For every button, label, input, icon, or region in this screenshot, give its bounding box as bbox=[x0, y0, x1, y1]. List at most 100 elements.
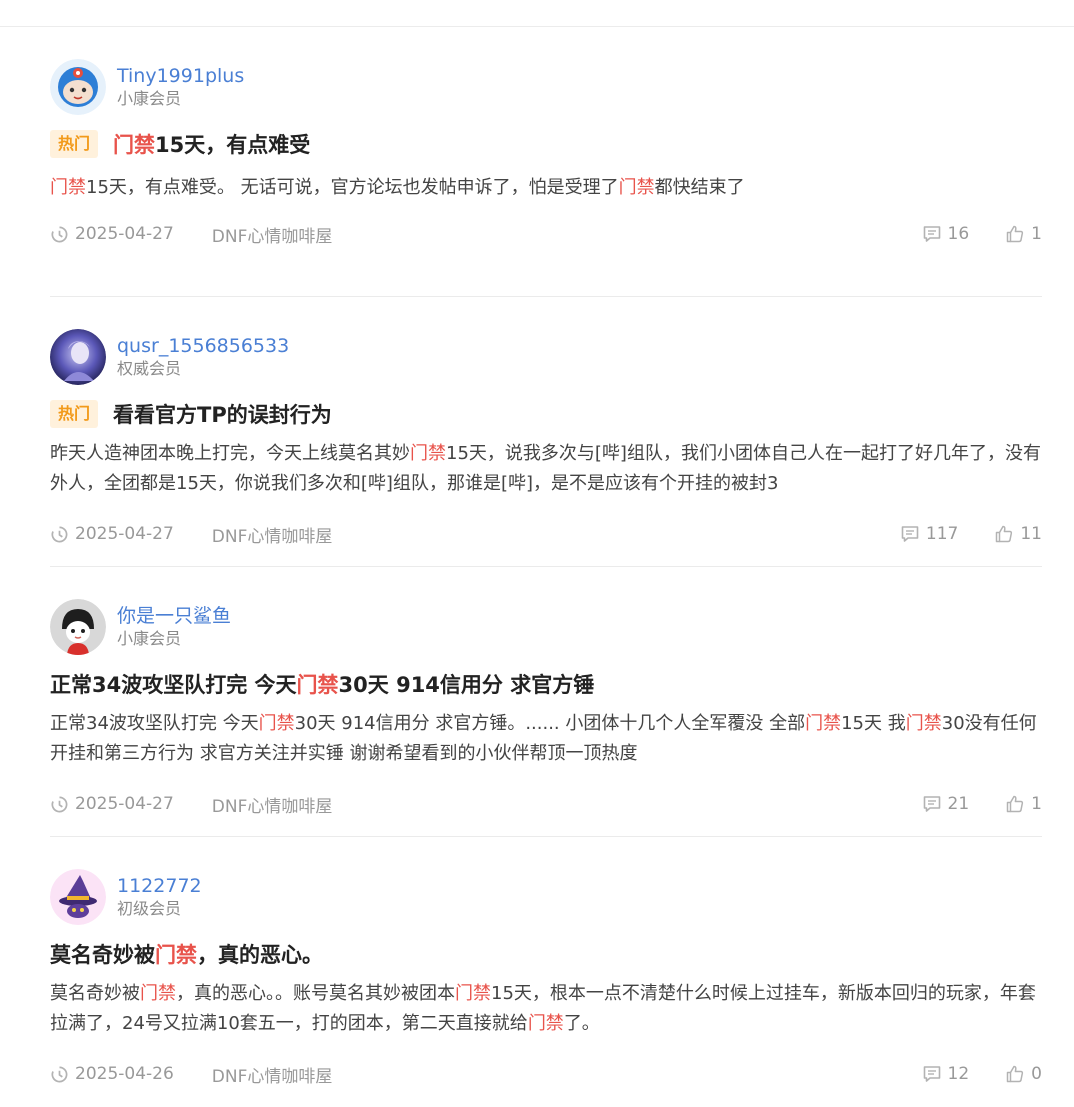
member-level: 初级会员 bbox=[117, 899, 182, 918]
hot-badge: 热门 bbox=[50, 400, 99, 428]
excerpt-highlight: 门禁 bbox=[905, 713, 942, 734]
comment-count[interactable]: 117 bbox=[900, 524, 958, 544]
thumbs-up-icon bbox=[1006, 1065, 1024, 1083]
clock-icon bbox=[51, 1066, 68, 1082]
member-level: 权威会员 bbox=[117, 359, 182, 378]
post-title[interactable]: 看看官方TP的误封行为 bbox=[113, 399, 332, 429]
comment-icon bbox=[923, 796, 940, 812]
like-count-text: 11 bbox=[1020, 524, 1042, 544]
title-text: 看看官方TP的误封行为 bbox=[113, 403, 332, 427]
title-text: ，真的恶心。 bbox=[197, 943, 323, 967]
excerpt-text: 15天，有点难受。 无话可说，官方论坛也发帖申诉了，怕是受理了 bbox=[86, 177, 619, 198]
post-excerpt[interactable]: 莫名奇妙被门禁，真的恶心。。账号莫名其妙被团本门禁15天，根本一点不清楚什么时候… bbox=[50, 979, 1042, 1039]
excerpt-highlight: 门禁 bbox=[618, 177, 655, 198]
post-title[interactable]: 正常34波攻坚队打完 今天门禁30天 914信用分 求官方锤 bbox=[50, 669, 594, 699]
thumbs-up-icon bbox=[1006, 795, 1024, 813]
post-date: 2025-04-26 bbox=[50, 1064, 174, 1084]
avatar-icon bbox=[50, 59, 106, 115]
post-list: Tiny1991plus 小康会员 热门 门禁15天，有点难受 门禁15天，有点… bbox=[50, 27, 1042, 1107]
title-text: 莫名奇妙被 bbox=[50, 943, 155, 967]
username[interactable]: 1122772 bbox=[117, 874, 202, 898]
username[interactable]: Tiny1991plus bbox=[117, 64, 244, 88]
excerpt-text: 15天 我 bbox=[841, 713, 906, 734]
like-count[interactable]: 1 bbox=[1005, 794, 1042, 814]
post-title[interactable]: 门禁15天，有点难受 bbox=[113, 129, 310, 159]
clock-icon bbox=[51, 226, 68, 242]
like-count-text: 1 bbox=[1031, 794, 1042, 814]
forum-category[interactable]: DNF心情咖啡屋 bbox=[212, 1062, 333, 1087]
excerpt-highlight: 门禁 bbox=[258, 713, 295, 734]
comment-count[interactable]: 12 bbox=[922, 1064, 970, 1084]
excerpt-text: 昨天人造神团本晚上打完，今天上线莫名其妙 bbox=[50, 443, 410, 464]
post-meta: 2025-04-27 DNF心情咖啡屋 16 1 bbox=[50, 221, 1042, 247]
comment-count[interactable]: 21 bbox=[922, 794, 970, 814]
avatar-icon bbox=[50, 869, 106, 925]
post-meta: 2025-04-27 DNF心情咖啡屋 21 1 bbox=[50, 791, 1042, 817]
title-text: 30天 914信用分 求官方锤 bbox=[338, 673, 595, 697]
post-excerpt[interactable]: 门禁15天，有点难受。 无话可说，官方论坛也发帖申诉了，怕是受理了门禁都快结束了 bbox=[50, 173, 1042, 203]
avatar-icon bbox=[50, 599, 106, 655]
comment-count[interactable]: 16 bbox=[922, 224, 970, 244]
excerpt-highlight: 门禁 bbox=[410, 443, 446, 464]
post-excerpt[interactable]: 正常34波攻坚队打完 今天门禁30天 914信用分 求官方锤。...... 小团… bbox=[50, 709, 1042, 769]
comment-count-text: 16 bbox=[947, 224, 970, 244]
like-count-text: 0 bbox=[1031, 1064, 1042, 1084]
post-item[interactable]: 你是一只鲨鱼 小康会员 正常34波攻坚队打完 今天门禁30天 914信用分 求官… bbox=[50, 567, 1042, 837]
excerpt-text: 都快结束了 bbox=[654, 177, 745, 198]
post-author: 你是一只鲨鱼 小康会员 bbox=[50, 599, 231, 655]
post-title[interactable]: 莫名奇妙被门禁，真的恶心。 bbox=[50, 939, 323, 969]
avatar-icon bbox=[50, 329, 106, 385]
comment-count-text: 117 bbox=[925, 524, 959, 544]
excerpt-highlight: 门禁 bbox=[805, 713, 842, 734]
excerpt-text: 30天 914信用分 求官方锤。...... 小团体十几个人全军覆没 全部 bbox=[294, 713, 806, 734]
excerpt-highlight: 门禁 bbox=[50, 177, 86, 198]
username[interactable]: qusr_1556856533 bbox=[117, 334, 289, 358]
like-count-text: 1 bbox=[1031, 224, 1042, 244]
avatar[interactable] bbox=[50, 329, 106, 385]
member-level: 小康会员 bbox=[117, 629, 182, 648]
clock-icon bbox=[51, 796, 68, 812]
excerpt-text: 正常34波攻坚队打完 今天 bbox=[50, 713, 259, 734]
comment-icon bbox=[923, 1066, 940, 1082]
post-date: 2025-04-27 bbox=[50, 224, 174, 244]
avatar[interactable] bbox=[50, 869, 106, 925]
comment-icon bbox=[923, 226, 940, 242]
post-item[interactable]: qusr_1556856533 权威会员 热门 看看官方TP的误封行为 昨天人造… bbox=[50, 297, 1042, 567]
forum-category[interactable]: DNF心情咖啡屋 bbox=[212, 222, 333, 247]
comment-count-text: 21 bbox=[947, 794, 970, 814]
date-text: 2025-04-27 bbox=[75, 224, 174, 244]
date-text: 2025-04-27 bbox=[75, 524, 174, 544]
excerpt-text: 了。 bbox=[563, 1013, 600, 1034]
forum-category[interactable]: DNF心情咖啡屋 bbox=[212, 522, 333, 547]
thumbs-up-icon bbox=[1006, 225, 1024, 243]
avatar[interactable] bbox=[50, 59, 106, 115]
forum-category[interactable]: DNF心情咖啡屋 bbox=[212, 792, 333, 817]
title-text-highlight: 门禁 bbox=[155, 943, 197, 967]
post-item[interactable]: Tiny1991plus 小康会员 热门 门禁15天，有点难受 门禁15天，有点… bbox=[50, 27, 1042, 297]
title-text: 正常34波攻坚队打完 今天 bbox=[50, 673, 297, 697]
avatar[interactable] bbox=[50, 599, 106, 655]
post-date: 2025-04-27 bbox=[50, 524, 174, 544]
comment-icon bbox=[901, 526, 919, 542]
excerpt-highlight: 门禁 bbox=[527, 1013, 564, 1034]
post-item[interactable]: 1122772 初级会员 莫名奇妙被门禁，真的恶心。 莫名奇妙被门禁，真的恶心。… bbox=[50, 837, 1042, 1107]
title-text-highlight: 门禁 bbox=[296, 673, 339, 697]
date-text: 2025-04-27 bbox=[75, 794, 174, 814]
post-date: 2025-04-27 bbox=[50, 794, 174, 814]
post-meta: 2025-04-27 DNF心情咖啡屋 117 11 bbox=[50, 521, 1042, 547]
like-count[interactable]: 0 bbox=[1005, 1064, 1042, 1084]
excerpt-highlight: 门禁 bbox=[140, 983, 176, 1004]
username[interactable]: 你是一只鲨鱼 bbox=[117, 604, 231, 628]
post-author: qusr_1556856533 权威会员 bbox=[50, 329, 289, 385]
title-text: 15天，有点难受 bbox=[155, 133, 311, 157]
excerpt-text: 莫名奇妙被 bbox=[50, 983, 140, 1004]
excerpt-highlight: 门禁 bbox=[455, 983, 491, 1004]
comment-count-text: 12 bbox=[947, 1064, 970, 1084]
like-count[interactable]: 11 bbox=[994, 524, 1042, 544]
post-excerpt[interactable]: 昨天人造神团本晚上打完，今天上线莫名其妙门禁15天，说我多次与[哔]组队，我们小… bbox=[50, 439, 1042, 499]
like-count[interactable]: 1 bbox=[1005, 224, 1042, 244]
thumbs-up-icon bbox=[996, 525, 1013, 543]
member-level: 小康会员 bbox=[117, 89, 182, 108]
post-author: Tiny1991plus 小康会员 bbox=[50, 59, 244, 115]
clock-icon bbox=[51, 526, 68, 542]
